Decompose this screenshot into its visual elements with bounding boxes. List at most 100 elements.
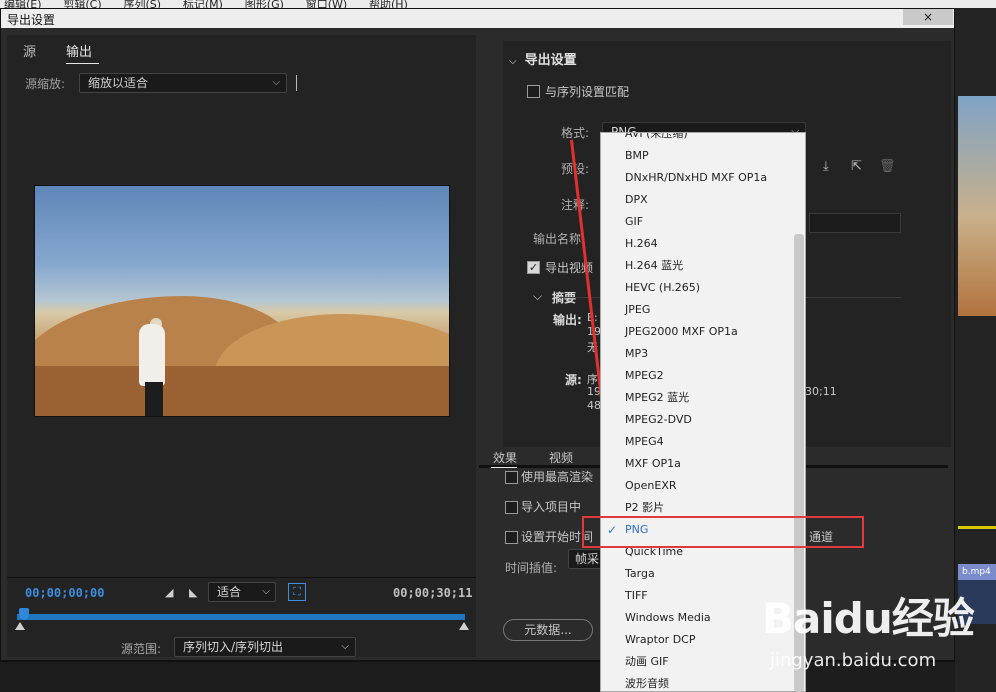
section-title[interactable]: ⌵ 导出设置: [509, 49, 577, 68]
menu-sequence[interactable]: 序列(S): [123, 0, 161, 8]
format-option[interactable]: JPEG2000 MXF OP1a: [601, 321, 795, 343]
summary-chevron-icon[interactable]: ⌵: [533, 289, 542, 304]
tab-effects[interactable]: 效果: [493, 449, 517, 466]
format-option-label: GIF: [625, 215, 644, 228]
format-option-label: Windows Media: [625, 611, 711, 624]
menu-graphics[interactable]: 图形(G): [245, 0, 284, 8]
format-option-label: MP3: [625, 347, 649, 360]
tab-effects-underline: [491, 467, 517, 468]
import-project-label: 导入项目中: [521, 500, 582, 514]
comment-label: 注释:: [561, 198, 590, 212]
format-option[interactable]: MPEG2: [601, 365, 795, 387]
source-scale-label: 源缩放:: [25, 77, 66, 91]
video-preview: [34, 185, 450, 417]
preview-timeline: 00;00;00;00 ◢ ◣ 适合 ⌵ ⛶ 00;00;30;11 源范围: …: [7, 577, 476, 657]
dialog-titlebar[interactable]: 导出设置 ×: [1, 9, 954, 28]
max-render-checkbox[interactable]: [505, 471, 518, 484]
max-render-label: 使用最高渲染: [521, 470, 594, 484]
mark-in-icon[interactable]: ◢: [165, 586, 173, 599]
format-option[interactable]: H.264: [601, 233, 795, 255]
match-sequence-label: 与序列设置匹配: [545, 85, 630, 99]
chevron-down-icon: ⌵: [341, 641, 349, 652]
timecode-duration: 00;00;30;11: [393, 586, 473, 600]
tab-video[interactable]: 视频: [549, 449, 573, 466]
close-button[interactable]: ×: [903, 9, 953, 25]
format-option[interactable]: 波形音频: [601, 673, 795, 691]
fit-value: 适合: [217, 585, 242, 599]
format-option[interactable]: H.264 蓝光: [601, 255, 795, 277]
menu-help[interactable]: 帮助(H): [369, 0, 408, 8]
comment-input[interactable]: [809, 213, 901, 233]
source-range-value: 序列切入/序列切出: [183, 640, 284, 654]
playhead[interactable]: [19, 608, 29, 620]
menu-window[interactable]: 窗口(W): [306, 0, 347, 8]
format-option[interactable]: MPEG4: [601, 431, 795, 453]
format-option-label: OpenEXR: [625, 479, 677, 492]
preview-pane: 源 输出 源缩放: 缩放以适合 ⌵: [7, 35, 476, 655]
format-option-label: MXF OP1a: [625, 457, 681, 470]
format-option[interactable]: HEVC (H.265): [601, 277, 795, 299]
source-range-dropdown[interactable]: 序列切入/序列切出 ⌵: [174, 637, 356, 657]
dialog-title: 导出设置: [7, 13, 56, 27]
aspect-correction-icon[interactable]: ⛶: [288, 583, 306, 601]
timecode-current[interactable]: 00;00;00;00: [25, 586, 104, 600]
format-option[interactable]: MP3: [601, 343, 795, 365]
menu-clip[interactable]: 剪辑(C): [63, 0, 101, 8]
format-option-label: 动画 GIF: [625, 655, 669, 668]
collapse-chevron-icon[interactable]: ⌵: [509, 56, 517, 67]
format-option-label: HEVC (H.265): [625, 281, 701, 294]
format-option[interactable]: BMP: [601, 145, 795, 167]
background-program-preview: [958, 96, 996, 316]
set-start-time-checkbox[interactable]: [505, 531, 518, 544]
source-scale-dropdown[interactable]: 缩放以适合 ⌵: [79, 73, 287, 93]
summary-source-timecode: 30;11: [805, 385, 837, 398]
import-preset-icon[interactable]: ⇱: [851, 159, 862, 174]
format-option-label: MPEG2 蓝光: [625, 391, 690, 404]
format-option-label: 波形音频: [625, 677, 669, 690]
mark-out-icon[interactable]: ◣: [189, 586, 197, 599]
format-option-label: JPEG: [625, 303, 651, 316]
source-range-label: 源范围:: [121, 642, 162, 656]
format-option[interactable]: 动画 GIF: [601, 651, 795, 673]
background-clip[interactable]: b.mp4: [958, 564, 996, 580]
menu-markers[interactable]: 标记(M): [183, 0, 223, 8]
format-option[interactable]: DPX: [601, 189, 795, 211]
format-option-label: JPEG2000 MXF OP1a: [625, 325, 738, 338]
format-option[interactable]: JPEG: [601, 299, 795, 321]
format-option[interactable]: DNxHR/DNxHD MXF OP1a: [601, 167, 795, 189]
summary-source-key: 源:: [565, 373, 582, 387]
delete-preset-icon[interactable]: 🗑: [879, 159, 896, 174]
out-point-handle[interactable]: [459, 622, 469, 630]
format-option[interactable]: MXF OP1a: [601, 453, 795, 475]
time-interp-value: 帧采: [575, 552, 600, 566]
format-option[interactable]: MPEG2 蓝光: [601, 387, 795, 409]
metadata-button[interactable]: 元数据...: [503, 619, 593, 641]
format-option[interactable]: AVI (未压缩): [601, 133, 795, 145]
format-option-label: TIFF: [625, 589, 648, 602]
format-option[interactable]: OpenEXR: [601, 475, 795, 497]
format-option-label: P2 影片: [625, 501, 665, 514]
format-option-label: Targa: [625, 567, 655, 580]
format-option[interactable]: Targa: [601, 563, 795, 585]
chevron-down-icon: ⌵: [272, 77, 280, 88]
in-point-handle[interactable]: [15, 622, 25, 630]
format-option-label: Wraptor DCP: [625, 633, 696, 646]
fit-dropdown[interactable]: 适合 ⌵: [208, 582, 276, 602]
menu-edit[interactable]: 编辑(E): [4, 0, 42, 8]
save-preset-icon[interactable]: ⤓: [823, 159, 829, 174]
source-scale-value: 缩放以适合: [88, 76, 149, 90]
import-project-checkbox[interactable]: [505, 501, 518, 514]
annotation-highlight-box: [582, 516, 864, 548]
time-interp-dropdown[interactable]: 帧采: [568, 549, 604, 569]
format-option-label: BMP: [625, 149, 649, 162]
export-video-checkbox[interactable]: ✓: [527, 261, 540, 274]
tab-output[interactable]: 输出: [66, 41, 92, 60]
match-sequence-checkbox[interactable]: [527, 85, 540, 98]
divider: [296, 75, 297, 91]
tab-source[interactable]: 源: [23, 41, 36, 60]
time-ruler[interactable]: [17, 614, 465, 620]
export-settings-dialog: 导出设置 × 源 输出 源缩放: 缩放以适合 ⌵ 00;00;00;00 ◢ ◣…: [0, 8, 955, 661]
background-timeline-bar: [958, 526, 996, 529]
format-option[interactable]: GIF: [601, 211, 795, 233]
format-option[interactable]: MPEG2-DVD: [601, 409, 795, 431]
